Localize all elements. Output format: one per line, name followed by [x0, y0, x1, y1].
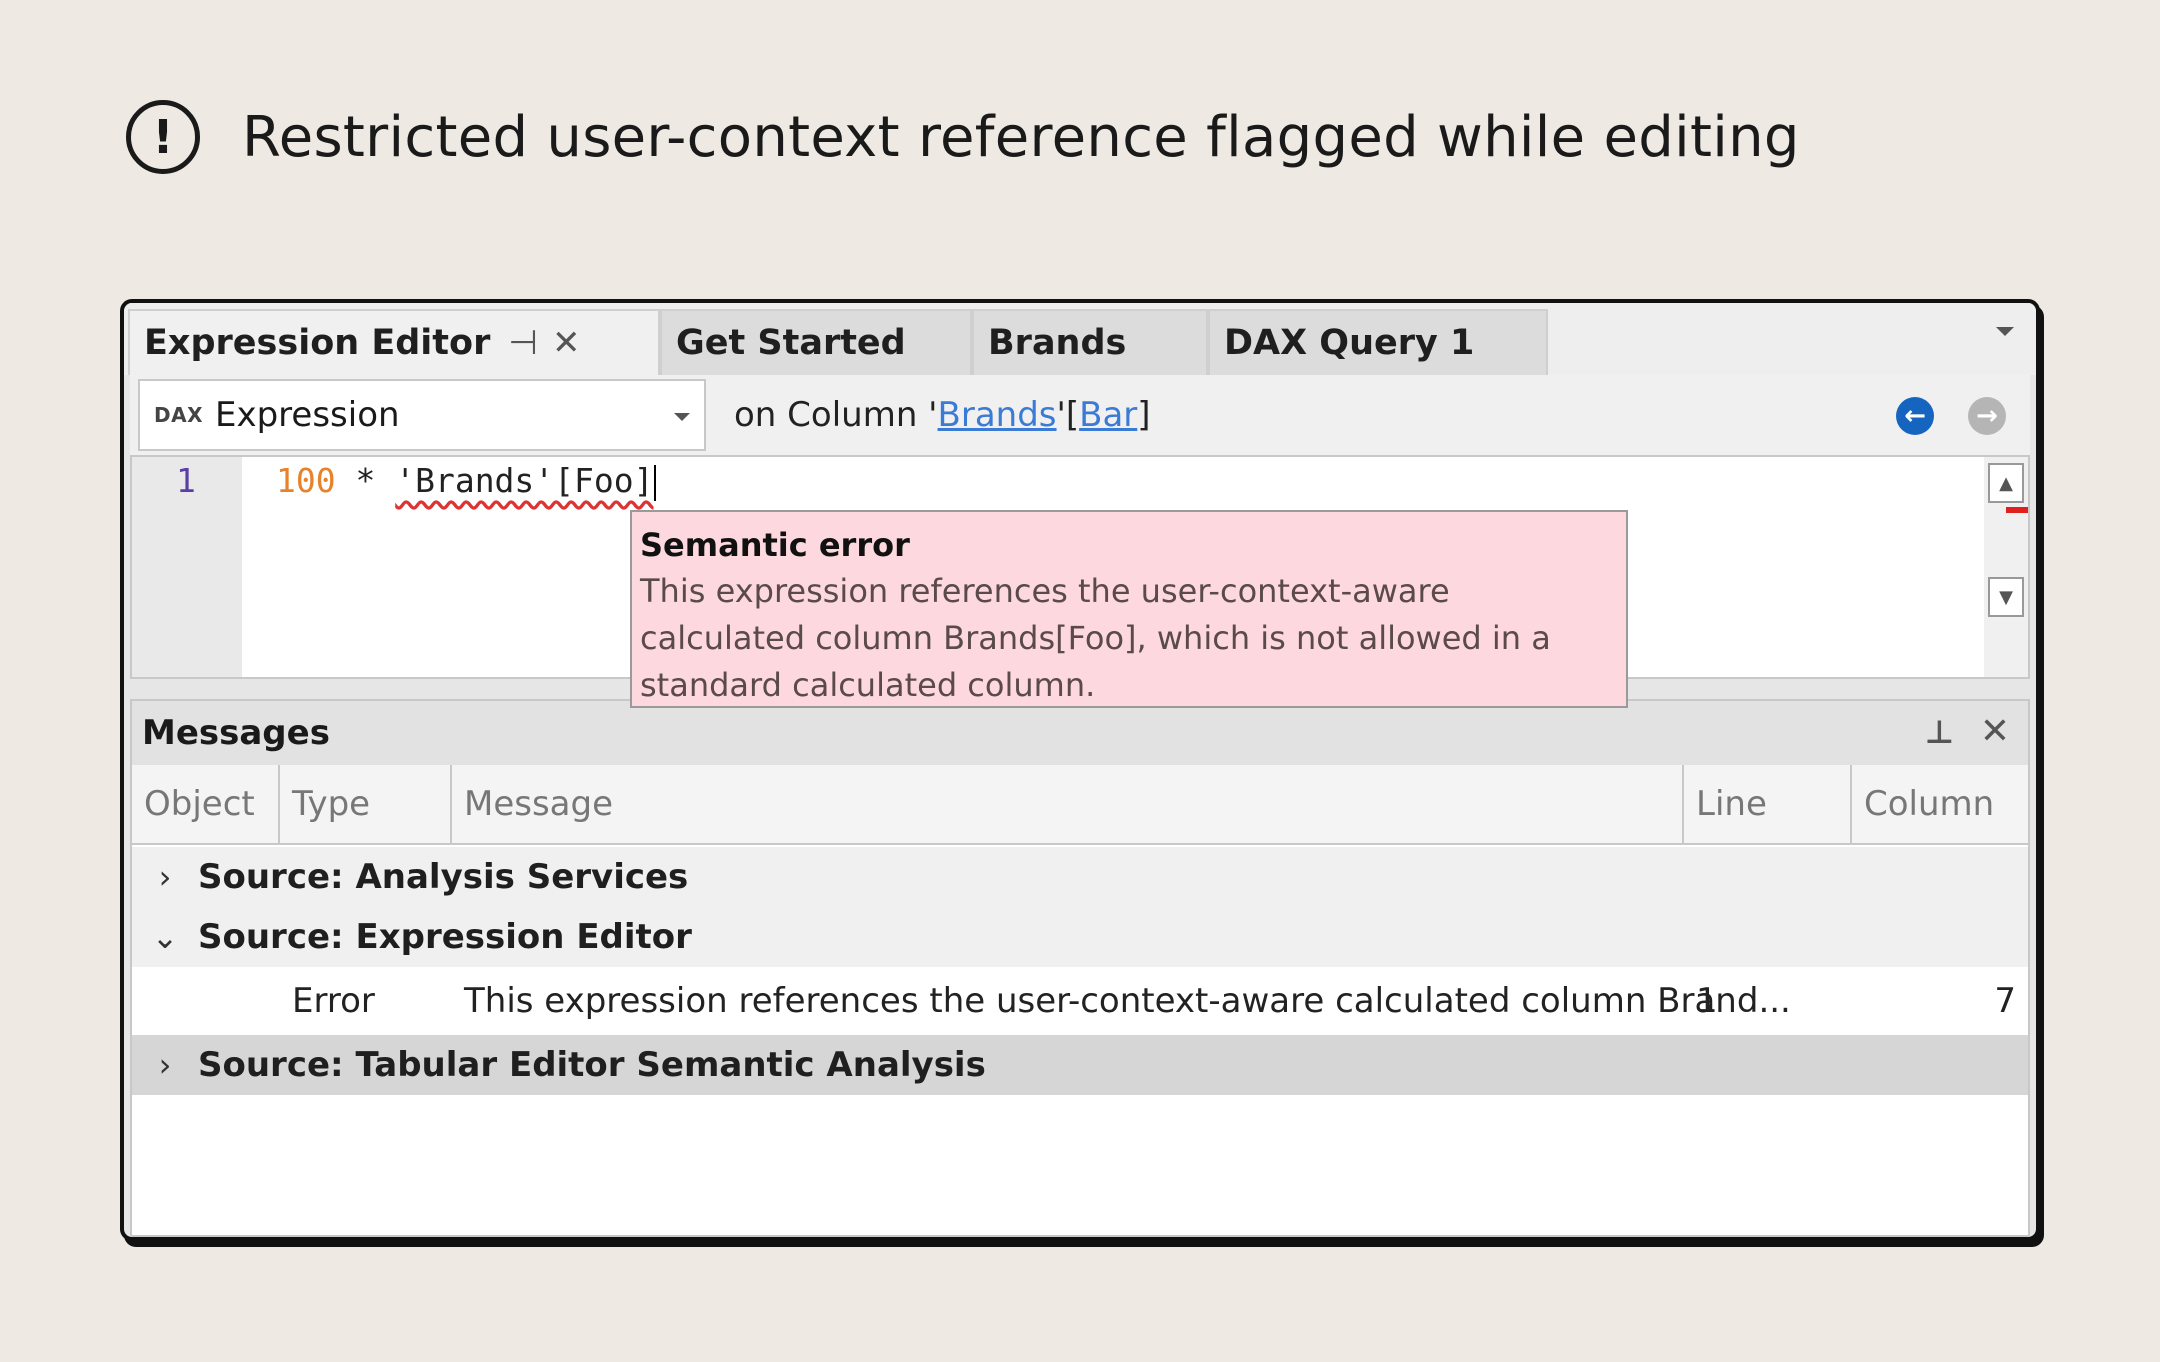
column-header-type[interactable]: Type	[280, 765, 452, 843]
vertical-scrollbar[interactable]: ▲ ▼	[1984, 457, 2028, 677]
tab-strip: Expression Editor ⊣ ✕ Get Started Brands…	[124, 303, 2036, 375]
row-column: 7	[1994, 981, 2016, 1021]
pin-icon[interactable]: ⊥	[1925, 713, 1954, 751]
error-marker	[2006, 507, 2028, 513]
dax-icon: DAX	[154, 403, 203, 427]
context-mid: '[	[1056, 395, 1080, 435]
text-cursor	[653, 464, 656, 501]
tab-get-started[interactable]: Get Started	[660, 309, 972, 375]
pin-icon[interactable]: ⊣	[508, 323, 538, 363]
group-row-analysis-services[interactable]: › Source: Analysis Services	[132, 847, 2028, 907]
tooltip-title: Semantic error	[640, 526, 910, 564]
messages-title: Messages	[142, 713, 330, 753]
tab-menu-chevron-down-icon[interactable]	[1996, 327, 2014, 336]
semantic-error-tooltip: Semantic error This expression reference…	[630, 510, 1628, 708]
tab-label: Brands	[988, 323, 1127, 363]
tab-dax-query-1[interactable]: DAX Query 1	[1208, 309, 1548, 375]
messages-header: Messages ⊥ ✕	[132, 701, 2028, 765]
row-message: This expression references the user-cont…	[464, 981, 1791, 1021]
tab-brands[interactable]: Brands	[972, 309, 1208, 375]
close-icon[interactable]: ✕	[552, 323, 581, 363]
row-line: 1	[1696, 981, 1718, 1021]
back-arrow-icon[interactable]: ←	[1896, 397, 1934, 435]
page-title: Restricted user-context reference flagge…	[242, 104, 1800, 170]
code-number: 100	[276, 461, 336, 500]
context-table-link[interactable]: Brands	[938, 395, 1057, 435]
tab-label: DAX Query 1	[1224, 323, 1475, 363]
alert-circle-icon: !	[126, 100, 200, 174]
group-row-semantic-analysis[interactable]: › Source: Tabular Editor Semantic Analys…	[132, 1035, 2028, 1095]
context-label: on Column 'Brands'[Bar]	[734, 395, 1151, 435]
editor-toolbar: DAX Expression on Column 'Brands'[Bar] ←…	[130, 375, 2030, 455]
context-suffix: ]	[1137, 395, 1151, 435]
group-row-expression-editor[interactable]: ⌄ Source: Expression Editor	[132, 907, 2028, 967]
column-headers: Object Type Message Line Column	[132, 765, 2028, 845]
code-line[interactable]: 100 * 'Brands'[Foo]	[276, 461, 656, 501]
context-prefix: on Column '	[734, 395, 938, 435]
code-operator: *	[335, 461, 396, 500]
property-select[interactable]: DAX Expression	[138, 379, 706, 451]
column-header-column[interactable]: Column	[1852, 765, 2032, 843]
code-reference: 'Brands'[Foo]	[395, 461, 654, 500]
group-label: Source: Tabular Editor Semantic Analysis	[198, 1045, 986, 1085]
tooltip-body: This expression references the user-cont…	[640, 572, 1551, 704]
chevron-down-icon[interactable]: ⌄	[132, 918, 198, 956]
property-select-value: Expression	[215, 395, 400, 435]
close-icon[interactable]: ✕	[1980, 711, 2010, 752]
tab-expression-editor[interactable]: Expression Editor ⊣ ✕	[128, 309, 660, 375]
chevron-right-icon[interactable]: ›	[132, 1046, 198, 1084]
group-label: Source: Analysis Services	[198, 857, 689, 897]
column-header-message[interactable]: Message	[452, 765, 1684, 843]
tab-label: Get Started	[676, 323, 906, 363]
forward-arrow-icon[interactable]: →	[1968, 397, 2006, 435]
context-column-link[interactable]: Bar	[1079, 395, 1137, 435]
column-header-object[interactable]: Object	[132, 765, 280, 843]
group-label: Source: Expression Editor	[198, 917, 692, 957]
column-header-line[interactable]: Line	[1684, 765, 1852, 843]
editor-window: Expression Editor ⊣ ✕ Get Started Brands…	[120, 299, 2040, 1241]
messages-panel: Messages ⊥ ✕ Object Type Message Line Co…	[130, 699, 2030, 1237]
row-type: Error	[292, 981, 375, 1021]
scroll-up-icon[interactable]: ▲	[1988, 463, 2024, 503]
scroll-down-icon[interactable]: ▼	[1988, 577, 2024, 617]
line-gutter: 1	[132, 457, 242, 677]
chevron-right-icon[interactable]: ›	[132, 858, 198, 896]
line-number: 1	[176, 461, 196, 500]
chevron-down-icon	[674, 413, 690, 421]
tab-label: Expression Editor	[144, 323, 491, 363]
page-header: ! Restricted user-context reference flag…	[126, 100, 1800, 174]
table-row[interactable]: Error This expression references the use…	[132, 967, 2028, 1035]
